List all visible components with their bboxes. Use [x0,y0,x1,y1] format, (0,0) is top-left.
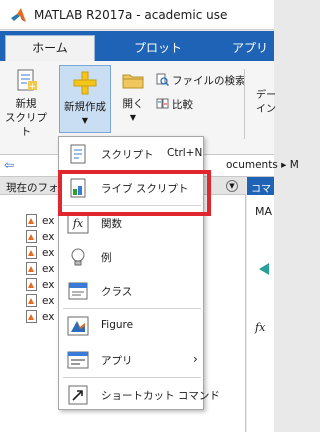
menu-item-class[interactable]: クラス [59,274,205,308]
breadcrumb[interactable]: ocuments ▸ M [226,159,299,171]
file-name: ex [42,295,55,307]
mat-file-icon [26,230,37,243]
window-title: MATLAB R2017a - academic use [34,8,228,22]
submenu-chevron-icon: › [193,352,198,366]
menu-item-function[interactable]: fx 関数 [59,206,205,240]
new-button[interactable]: 新規作成 ▼ [59,65,111,133]
data-import-button[interactable]: デー イン [256,89,276,117]
new-button-label: 新規作成 [64,101,106,113]
folder-icon [122,74,144,89]
svg-text:+: + [29,82,37,92]
compare-button[interactable]: 比較 [156,97,193,112]
fx-prompt-icon[interactable]: fx [255,321,265,334]
menu-item-label: Figure [101,319,134,331]
file-row[interactable]: ex [26,246,55,261]
menu-item-example[interactable]: 例 [59,240,205,274]
menu-item-label: クラス [101,286,133,298]
class-icon [68,282,88,300]
mat-file-icon [26,214,37,227]
panel-actions-icon[interactable]: ▼ [226,180,238,192]
new-script-label-2: スクリプト [5,112,47,138]
new-script-icon: + [17,69,37,92]
file-row[interactable]: ex [26,278,55,293]
mat-file-icon [26,278,37,291]
menu-item-figure[interactable]: Figure [59,309,205,343]
mat-file-icon [26,246,37,259]
menu-item-live-script[interactable]: ライブ スクリプト [59,171,205,205]
file-name: ex [42,263,55,275]
compare-label: 比較 [172,99,193,111]
toolstrip-tabbar: ホーム プロット アプリ [0,31,274,61]
svg-text:fx: fx [72,217,84,230]
find-files-button[interactable]: ファイルの検索 [156,73,246,88]
mat-file-icon [26,294,37,307]
file-row[interactable]: ex [26,310,55,325]
compare-icon [156,98,169,109]
tab-plots[interactable]: プロット [118,37,198,61]
back-arrow-icon[interactable]: ⇦ [4,158,14,172]
figure-icon [67,316,89,336]
menu-item-script[interactable]: スクリプト Ctrl+N [59,137,205,171]
data-import-label-1: デー [256,90,276,101]
open-label: 開く [122,98,144,110]
menu-item-shortcut: Ctrl+N [167,147,203,159]
shortcut-icon [68,385,88,405]
find-files-label: ファイルの検索 [172,75,246,87]
menu-item-label: スクリプト [101,149,154,161]
lightbulb-icon [71,248,85,266]
command-prompt-arrow-icon [259,263,269,275]
file-row[interactable]: ex [26,230,55,245]
open-button[interactable]: 開く ▼ [112,67,154,122]
menu-item-label: 関数 [101,218,122,230]
file-name: ex [42,279,55,291]
new-script-label-1: 新規 [15,98,37,110]
data-import-label-2: イン [256,104,276,115]
matlab-logo-icon [11,8,26,22]
tab-apps[interactable]: アプリ [226,37,274,61]
tab-home[interactable]: ホーム [5,35,95,61]
new-dropdown-arrow-icon: ▼ [81,116,89,125]
new-script-button[interactable]: + 新規 スクリプト [0,67,52,139]
open-dropdown-arrow-icon: ▼ [129,113,137,122]
menu-item-app[interactable]: アプリ › [59,343,205,377]
menu-item-label: 例 [101,252,112,264]
file-name: ex [42,215,55,227]
script-icon [70,144,86,164]
menu-item-label: ショートカット コマンド [101,390,220,402]
mat-file-icon [26,310,37,323]
file-name: ex [42,247,55,259]
menu-item-shortcut-command[interactable]: ショートカット コマンド [59,378,220,412]
app-icon [67,351,89,369]
command-window-header: コマ [247,177,274,195]
command-window-panel: コマ MA fx [247,177,274,432]
current-folder-title: 現在のフォ [6,182,59,194]
plus-icon [73,71,97,95]
live-script-icon [70,178,86,198]
new-dropdown-menu: スクリプト Ctrl+N ライブ スクリプト fx 関数 例 クラス Figur… [58,136,220,412]
file-row[interactable]: ex [26,262,55,277]
command-window-text: MA [255,205,273,218]
file-row[interactable]: ex [26,294,55,309]
function-icon: fx [67,212,89,234]
mat-file-icon [26,262,37,275]
file-name: ex [42,231,55,243]
file-row[interactable]: ex [26,214,55,229]
menu-item-label: アプリ [101,355,133,367]
title-bar: MATLAB R2017a - academic use [0,0,274,30]
menu-item-label: ライブ スクリプト [101,183,189,195]
find-files-icon [156,73,169,86]
file-name: ex [42,311,55,323]
ribbon-separator [244,69,245,139]
